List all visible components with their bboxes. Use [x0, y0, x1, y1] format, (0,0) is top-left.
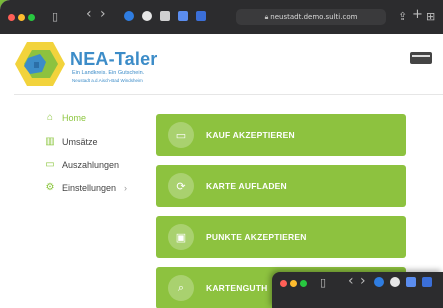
- action-label: PUNKTE AKZEPTIEREN: [206, 232, 307, 242]
- close-window-button[interactable]: [8, 14, 15, 21]
- sidebar-item-auszahlungen[interactable]: ▭ Auszahlungen: [44, 159, 119, 171]
- sidebar-item-label: Einstellungen: [62, 183, 117, 193]
- zoom-window-button[interactable]: [300, 280, 307, 287]
- new-tab-icon[interactable]: +: [412, 8, 423, 22]
- tab-overview-icon[interactable]: ⊞: [426, 10, 435, 24]
- search-icon: ⌕: [168, 275, 194, 301]
- url-text: neustadt.demo.sulti.com: [270, 13, 358, 21]
- sidebar-item-label: Umsätze: [62, 137, 98, 147]
- action-label: KARTE AUFLADEN: [206, 181, 287, 191]
- nea-taler-logo[interactable]: [14, 40, 66, 88]
- sidebar-item-einstellungen[interactable]: ⚙ Einstellungen ›: [44, 182, 128, 194]
- sidebar-toggle-icon[interactable]: ▯: [320, 276, 326, 290]
- kauf-akzeptieren-button[interactable]: ▭ KAUF AKZEPTIEREN: [156, 114, 406, 156]
- chevron-right-icon: ›: [124, 183, 128, 193]
- bar-chart-icon: ▥: [45, 136, 55, 147]
- tab-favicon-icon[interactable]: [178, 11, 188, 21]
- browser-toolbar: ▯ ‹ › 🔒︎ neustadt.demo.sulti.com ⇪ + ⊞: [0, 0, 443, 34]
- brand-tagline: Ein Landkreis. Ein Gutschein.: [72, 70, 145, 76]
- tab-favicon-icon[interactable]: [390, 277, 400, 287]
- card-reader-icon[interactable]: [410, 52, 432, 64]
- brand-name: NEA-Taler: [70, 49, 158, 69]
- forward-icon[interactable]: ›: [360, 274, 366, 288]
- tab-favicon-icon[interactable]: [422, 277, 432, 287]
- page-content: NEA-Taler Ein Landkreis. Ein Gutschein. …: [0, 34, 443, 308]
- brand-subtagline: Neustadt a.d.Aisch-Bad Windsheim: [72, 78, 143, 83]
- back-icon[interactable]: ‹: [86, 7, 92, 21]
- share-icon[interactable]: ⇪: [398, 10, 407, 24]
- action-label: KARTENGUTH: [206, 283, 268, 293]
- karte-aufladen-button[interactable]: ⟳ KARTE AUFLADEN: [156, 165, 406, 207]
- second-browser-window[interactable]: ▯ ‹ ›: [272, 272, 443, 308]
- points-icon: ▣: [168, 224, 194, 250]
- tab-favicon-icon[interactable]: [374, 277, 384, 287]
- browser-window: ▯ ‹ › 🔒︎ neustadt.demo.sulti.com ⇪ + ⊞ NE…: [0, 0, 443, 308]
- punkte-akzeptieren-button[interactable]: ▣ PUNKTE AKZEPTIEREN: [156, 216, 406, 258]
- lock-icon: 🔒︎: [264, 13, 269, 21]
- tab-favicon-icon[interactable]: [142, 11, 152, 21]
- tab-favicon-icon[interactable]: [124, 11, 134, 21]
- tab-favicon-icon[interactable]: [160, 11, 170, 21]
- address-bar[interactable]: 🔒︎ neustadt.demo.sulti.com: [236, 9, 386, 25]
- zoom-window-button[interactable]: [28, 14, 35, 21]
- action-label: KAUF AKZEPTIEREN: [206, 130, 295, 140]
- close-window-button[interactable]: [280, 280, 287, 287]
- sidebar-item-label: Auszahlungen: [62, 160, 120, 170]
- card-icon: ▭: [168, 122, 194, 148]
- minimize-window-button[interactable]: [18, 14, 25, 21]
- reload-icon: ⟳: [168, 173, 194, 199]
- back-icon[interactable]: ‹: [348, 274, 354, 288]
- header-divider: [14, 94, 443, 95]
- sidebar-item-home[interactable]: ⌂ Home: [44, 112, 86, 124]
- sidebar-item-umsaetze[interactable]: ▥ Umsätze: [44, 136, 98, 148]
- wallet-icon: ▭: [45, 159, 55, 170]
- sidebar-toggle-icon[interactable]: ▯: [52, 10, 58, 24]
- home-icon: ⌂: [46, 112, 54, 123]
- tab-favicon-icon[interactable]: [196, 11, 206, 21]
- minimize-window-button[interactable]: [290, 280, 297, 287]
- tab-favicon-icon[interactable]: [406, 277, 416, 287]
- gear-icon: ⚙: [45, 182, 55, 193]
- forward-icon[interactable]: ›: [100, 7, 106, 21]
- sidebar-item-label: Home: [62, 113, 87, 123]
